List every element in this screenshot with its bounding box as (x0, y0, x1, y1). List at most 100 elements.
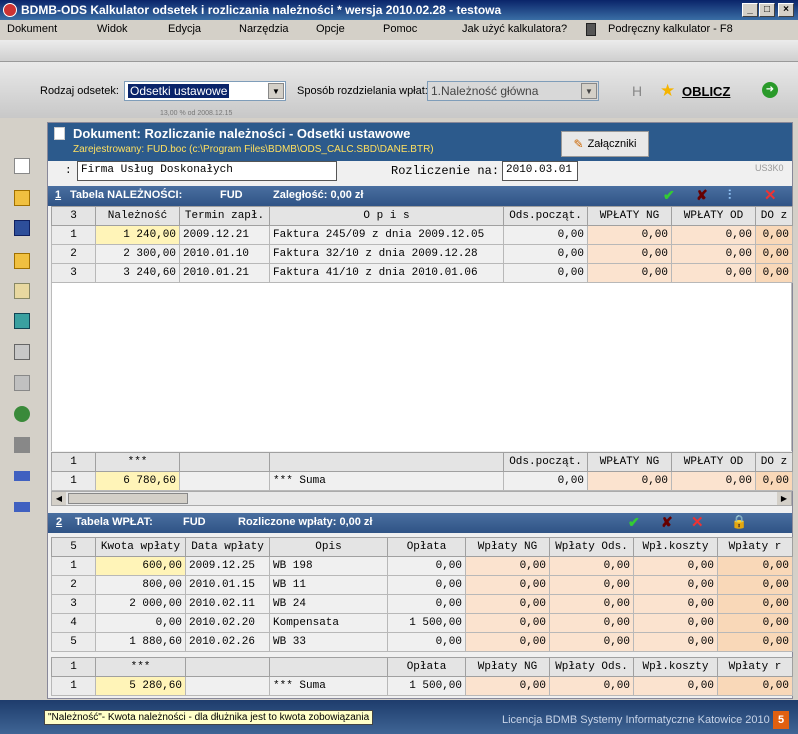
minimize-button[interactable]: _ (742, 3, 758, 17)
scroll-left-icon[interactable]: ◀ (52, 492, 66, 505)
list-arrow-icon[interactable] (14, 471, 30, 481)
maximize-button[interactable]: □ (759, 3, 775, 17)
menu-jak-uzyc[interactable]: Jak użyć kalkulatora? (462, 23, 567, 35)
calculator-icon[interactable] (586, 23, 596, 36)
cell-ng[interactable]: 0,00 (465, 594, 550, 614)
menu-edycja[interactable]: Edycja (168, 23, 201, 35)
cell-opis[interactable]: Faktura 245/09 z dnia 2009.12.05 (269, 225, 504, 245)
chevron-down-icon[interactable]: ▼ (581, 83, 597, 99)
go-arrow-icon[interactable]: ➜ (762, 82, 778, 98)
cell-kwota[interactable]: 1 880,60 (95, 632, 186, 652)
col-termin[interactable]: Termin zapł. (179, 206, 270, 226)
col-ods-poczat[interactable]: Ods.począt. (503, 206, 588, 226)
confirm-icon[interactable]: ✔ (663, 187, 675, 204)
sposob-select[interactable]: 1.Należność główna ▼ (427, 81, 599, 101)
cell-oplata[interactable]: 0,00 (387, 594, 466, 614)
close-button[interactable]: × (778, 3, 794, 17)
delete-row-icon[interactable]: ✘ (696, 187, 708, 204)
cell-data[interactable]: 2010.02.11 (185, 594, 270, 614)
cell-termin[interactable]: 2009.12.21 (179, 225, 270, 245)
cell-koszty[interactable]: 0,00 (633, 632, 718, 652)
oblicz-button[interactable]: OBLICZ (682, 84, 730, 99)
cell-naleznosc[interactable]: 2 300,00 (95, 244, 180, 264)
cell-ng[interactable]: 0,00 (465, 556, 550, 576)
cell-kwota[interactable]: 800,00 (95, 575, 186, 595)
firm-field[interactable]: Firma Usług Doskonałych (77, 161, 337, 181)
col-oplata[interactable]: Opłata (387, 537, 466, 557)
new-document-icon[interactable] (14, 158, 30, 174)
menu-podreczny-kalkulator[interactable]: Podręczny kalkulator - F8 (608, 23, 733, 35)
table-row[interactable]: 3 2 000,00 2010.02.11 WB 24 0,00 0,00 0,… (51, 594, 793, 614)
cell-naleznosc[interactable]: 3 240,60 (95, 263, 180, 283)
cell-ng[interactable]: 0,00 (465, 575, 550, 595)
cell-kwota[interactable]: 0,00 (95, 613, 186, 633)
menu-dokument[interactable]: Dokument (7, 23, 57, 35)
tree-icon[interactable] (14, 502, 30, 512)
cell-ng[interactable]: 0,00 (465, 632, 550, 652)
col-wplaty-ods[interactable]: Wpłaty Ods. (549, 537, 634, 557)
cell-ods[interactable]: 0,00 (549, 594, 634, 614)
cell-opis[interactable]: WB 198 (269, 556, 388, 576)
col-wplaty-od[interactable]: WPŁATY OD (671, 206, 756, 226)
col-wplaty-ng[interactable]: Wpłaty NG (465, 537, 550, 557)
cell-data[interactable]: 2010.02.26 (185, 632, 270, 652)
cell-opis[interactable]: Kompensata (269, 613, 388, 633)
lock-icon[interactable]: 🔒 (731, 514, 747, 530)
cell-wplaty-od[interactable]: 0,00 (671, 225, 756, 245)
clipboard-icon[interactable] (14, 283, 30, 299)
cell-wplaty-ng[interactable]: 0,00 (587, 225, 672, 245)
cell-opis[interactable]: WB 33 (269, 632, 388, 652)
cell-kwota[interactable]: 600,00 (95, 556, 186, 576)
cell-oplata[interactable]: 1 500,00 (387, 613, 466, 633)
col-opis[interactable]: Opis (269, 537, 388, 557)
horizontal-scrollbar[interactable]: ◀ ▶ (51, 491, 792, 506)
table-row[interactable]: 1 1 240,00 2009.12.21 Faktura 245/09 z d… (51, 225, 793, 245)
col-data[interactable]: Data wpłaty (185, 537, 270, 557)
menu-pomoc[interactable]: Pomoc (383, 23, 417, 35)
col-naleznosc[interactable]: Należność (95, 206, 180, 226)
cell-koszty[interactable]: 0,00 (633, 613, 718, 633)
scroll-thumb[interactable] (68, 493, 188, 504)
cell-ods[interactable]: 0,00 (503, 244, 588, 264)
scroll-right-icon[interactable]: ▶ (777, 492, 791, 505)
cell-ods[interactable]: 0,00 (503, 225, 588, 245)
cell-data[interactable]: 2010.02.20 (185, 613, 270, 633)
cell-koszty[interactable]: 0,00 (633, 556, 718, 576)
cell-oplata[interactable]: 0,00 (387, 556, 466, 576)
cell-oplata[interactable]: 0,00 (387, 575, 466, 595)
col-wplaty-ng[interactable]: WPŁATY NG (587, 206, 672, 226)
cell-wplaty-od[interactable]: 0,00 (671, 263, 756, 283)
table-row[interactable]: 2 800,00 2010.01.15 WB 11 0,00 0,00 0,00… (51, 575, 793, 595)
cell-naleznosc[interactable]: 1 240,00 (95, 225, 180, 245)
cell-data[interactable]: 2010.01.15 (185, 575, 270, 595)
col-opis[interactable]: O p i s (269, 206, 504, 226)
cell-opis[interactable]: WB 11 (269, 575, 388, 595)
cell-koszty[interactable]: 0,00 (633, 575, 718, 595)
printer-icon[interactable] (14, 344, 30, 360)
delete-row-icon[interactable]: ✘ (661, 514, 673, 531)
cell-oplata[interactable]: 0,00 (387, 632, 466, 652)
col-wplaty-r[interactable]: Wpłaty r (717, 537, 793, 557)
col-wpl-koszty[interactable]: Wpł.koszty (633, 537, 718, 557)
attachments-button[interactable]: ✎ Załączniki (561, 131, 649, 157)
cell-r[interactable]: 0,00 (717, 594, 793, 614)
menu-widok[interactable]: Widok (97, 23, 128, 35)
cell-ods[interactable]: 0,00 (549, 575, 634, 595)
cell-ng[interactable]: 0,00 (465, 613, 550, 633)
cell-ods[interactable]: 0,00 (549, 556, 634, 576)
cell-termin[interactable]: 2010.01.21 (179, 263, 270, 283)
page-icon[interactable] (14, 375, 30, 391)
col-kwota[interactable]: Kwota wpłaty (95, 537, 186, 557)
rozliczenie-date-field[interactable]: 2010.03.01 (502, 161, 578, 181)
cell-r[interactable]: 0,00 (717, 613, 793, 633)
cell-wplaty-ng[interactable]: 0,00 (587, 263, 672, 283)
cell-opis[interactable]: Faktura 32/10 z dnia 2009.12.28 (269, 244, 504, 264)
chevron-down-icon[interactable]: ▼ (268, 83, 284, 99)
h-button[interactable]: H (632, 83, 642, 99)
cell-r[interactable]: 0,00 (717, 575, 793, 595)
save-icon[interactable] (14, 220, 30, 236)
cell-ods[interactable]: 0,00 (549, 613, 634, 633)
confirm-icon[interactable]: ✔ (628, 514, 640, 531)
cell-opis[interactable]: Faktura 41/10 z dnia 2010.01.06 (269, 263, 504, 283)
table-row[interactable]: 5 1 880,60 2010.02.26 WB 33 0,00 0,00 0,… (51, 632, 793, 652)
